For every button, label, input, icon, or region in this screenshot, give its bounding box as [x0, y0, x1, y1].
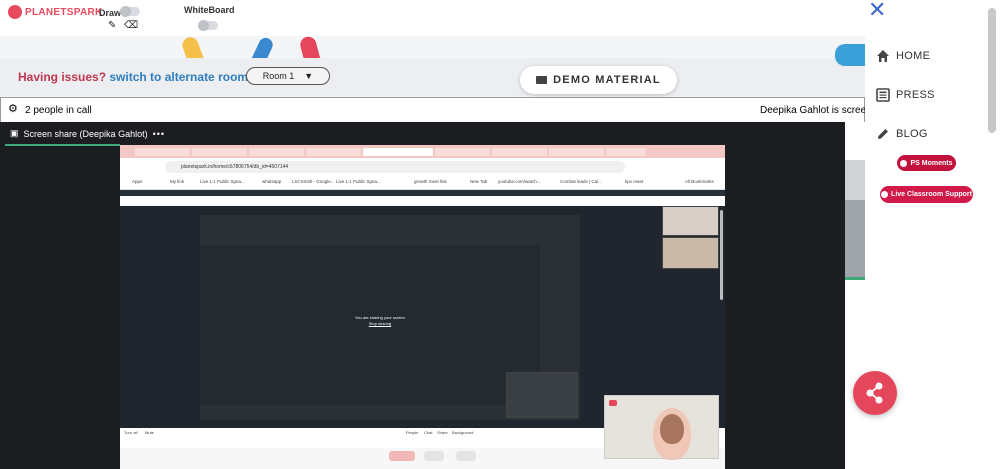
shared-scrollbar	[720, 210, 723, 300]
bookmark-item: growth meet link	[414, 179, 447, 184]
nav-scrollbar[interactable]	[988, 8, 996, 133]
leave-call-button	[389, 451, 415, 461]
share-icon	[866, 382, 883, 404]
whiteboard-label: WhiteBoard	[184, 5, 235, 15]
shared-tab	[549, 148, 604, 156]
room-select-value: Room 1	[262, 71, 295, 81]
screen-share-title: ▣ Screen share (Deepika Gahlot) •••	[10, 128, 165, 139]
bookmark-item: Live 1:1 Public Spea...	[336, 179, 381, 184]
record-icon	[881, 191, 889, 198]
bookmark-item: Live 1:1 Public Spea...	[200, 179, 245, 184]
ps-moments-button[interactable]: PS Moments	[897, 155, 956, 171]
participant-video	[845, 200, 865, 278]
toolbar-item: Chat	[424, 430, 433, 435]
demo-material-label: DEMO MATERIAL	[553, 74, 661, 86]
toolbar-item: Mute	[145, 430, 154, 435]
shared-tab	[606, 148, 646, 156]
active-share-indicator	[5, 144, 120, 146]
issues-message: Having issues? switch to alternate room	[18, 70, 248, 84]
self-camera-view	[604, 395, 719, 460]
all-bookmarks: All Bookmarks	[685, 179, 714, 184]
meet-top-strip	[120, 196, 725, 206]
live-support-label: Live Classroom Support	[891, 191, 972, 198]
screen-icon: ▣	[10, 128, 19, 138]
draw-toggle[interactable]	[120, 6, 140, 17]
app-root: PLANETSPARK Draw ✎ ⌫ WhiteBoard Having i…	[0, 0, 1000, 469]
shared-tab	[249, 148, 304, 156]
camera-logo-icon	[609, 400, 617, 406]
logo-mark-icon	[8, 5, 22, 19]
participant-thumbnail	[662, 237, 719, 269]
shared-tab	[192, 148, 247, 156]
nested-self-view	[506, 372, 578, 418]
folder-icon	[536, 76, 548, 84]
face-shape	[660, 414, 684, 444]
bookmark-item: New Tab	[470, 179, 488, 184]
bookmark-item: whatsapp	[262, 179, 282, 184]
shared-tab	[306, 148, 361, 156]
room-select[interactable]: Room 1 ▼	[246, 67, 330, 85]
shared-url: planetspark.in/home/c67806754/db_id=4507…	[165, 161, 625, 173]
stop-sharing-link: Stop sharing	[368, 321, 392, 326]
alternate-room-link[interactable]: switch to alternate room	[109, 70, 248, 84]
nav-home[interactable]: HOME	[876, 49, 930, 63]
pencil-tool-icon[interactable]: ✎	[108, 20, 116, 31]
share-title-text: Screen share (Deepika Gahlot)	[23, 128, 148, 139]
pencil-icon	[878, 129, 888, 139]
shared-tab	[135, 148, 190, 156]
live-support-button[interactable]: Live Classroom Support	[880, 186, 973, 203]
control-button	[424, 451, 444, 461]
newspaper-icon	[876, 88, 890, 102]
home-icon	[877, 50, 889, 62]
chat-bubble-icon[interactable]	[835, 44, 865, 66]
whiteboard-toggle[interactable]	[198, 20, 218, 31]
bookmark-item: youtube.com/watch...	[498, 179, 541, 184]
toolbar-item: Share	[437, 430, 448, 435]
participant-thumbnail	[662, 206, 719, 236]
nav-blog[interactable]: BLOG	[876, 127, 928, 141]
nav-home-label: HOME	[896, 50, 931, 62]
nav-press[interactable]: PRESS	[876, 88, 935, 102]
participant-video	[845, 160, 865, 200]
control-button	[456, 451, 476, 461]
toolbar-item: Background	[452, 430, 474, 435]
bookmark-item: My link	[170, 179, 185, 184]
shared-tab	[492, 148, 547, 156]
shared-tab-active	[363, 148, 433, 156]
demo-material-button[interactable]: DEMO MATERIAL	[520, 66, 677, 94]
close-icon[interactable]: ✕	[868, 0, 886, 21]
share-button[interactable]	[853, 371, 897, 415]
nav-press-label: PRESS	[896, 89, 935, 101]
ps-moments-label: PS Moments	[910, 159, 953, 167]
active-speaker-bar	[845, 277, 865, 280]
more-options-button[interactable]: •••	[153, 129, 165, 139]
bookmark-item: LSCSmith - Google...	[292, 179, 335, 184]
gear-icon[interactable]: ⚙	[8, 102, 18, 115]
shared-tab	[435, 148, 490, 156]
issues-question: Having issues?	[18, 70, 107, 84]
toolbar-item: People	[406, 430, 419, 435]
nav-blog-label: BLOG	[896, 128, 928, 140]
draw-label: Draw	[99, 8, 122, 18]
dropdown-arrow-icon: ▼	[304, 71, 314, 81]
people-count: 2 people in call	[25, 105, 92, 116]
toolbar-item: Turn off	[124, 430, 138, 435]
planetspark-logo[interactable]: PLANETSPARK	[8, 5, 103, 19]
logo-text: PLANETSPARK	[25, 6, 103, 18]
sharing-status: Deepika Gahlot is screen sharing	[760, 105, 865, 116]
eraser-tool-icon[interactable]: ⌫	[124, 20, 138, 31]
sharing-notice: You are sharing your screen Stop sharing	[355, 315, 405, 327]
bookmark-item: Apps	[132, 179, 143, 184]
record-icon	[900, 159, 908, 167]
bookmark-item: kpx meet	[625, 179, 644, 184]
bookmark-item: Combat leads | Cal...	[560, 179, 602, 184]
